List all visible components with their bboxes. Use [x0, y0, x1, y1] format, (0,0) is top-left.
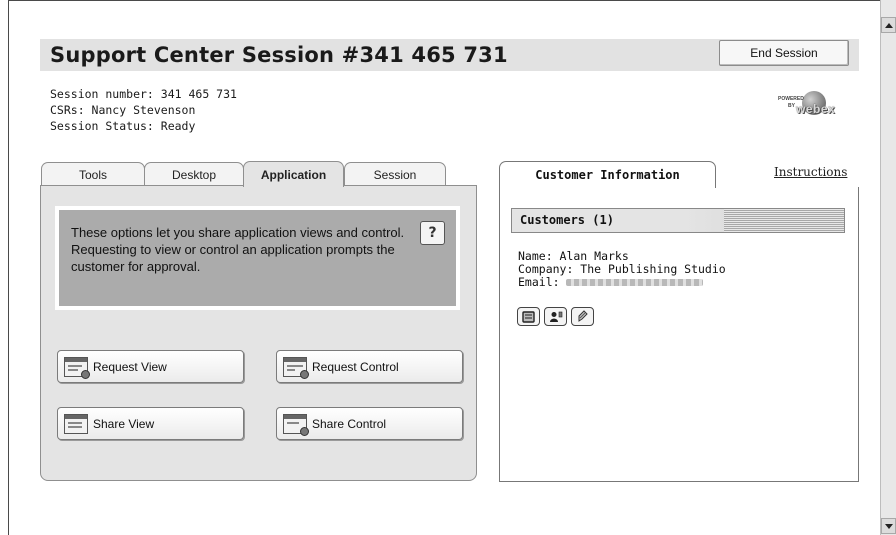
- powered-by-webex-logo: POWERED BY webex: [778, 91, 848, 119]
- share-view-icon: [64, 413, 88, 434]
- share-view-label: Share View: [93, 416, 155, 431]
- arrow-down-icon: [884, 523, 893, 529]
- request-view-icon: [64, 356, 90, 379]
- request-control-icon: [283, 356, 309, 379]
- scroll-down-button[interactable]: [881, 518, 896, 534]
- session-info: Session number: 341 465 731 CSRs: Nancy …: [50, 86, 237, 134]
- customer-contact-button[interactable]: [544, 307, 567, 326]
- description-box: These options let you share application …: [55, 206, 460, 310]
- instructions-link[interactable]: Instructions: [774, 165, 847, 179]
- tab-application[interactable]: Application: [243, 161, 344, 187]
- customer-edit-button[interactable]: [571, 307, 594, 326]
- email-label: Email:: [518, 275, 560, 289]
- arrow-up-icon: [884, 22, 893, 28]
- customer-details: Name: Alan Marks Company: The Publishing…: [518, 250, 726, 289]
- share-control-icon: [283, 413, 309, 436]
- redacted-email: [566, 279, 704, 286]
- end-session-button[interactable]: End Session: [719, 40, 849, 66]
- info-icon: [522, 310, 535, 323]
- share-view-button[interactable]: Share View: [57, 407, 244, 440]
- tab-session[interactable]: Session: [344, 162, 446, 186]
- share-control-button[interactable]: Share Control: [276, 407, 463, 440]
- csrs: CSRs: Nancy Stevenson: [50, 103, 196, 117]
- request-view-button[interactable]: Request View: [57, 350, 244, 383]
- contact-icon: [549, 311, 562, 322]
- tab-customer-information[interactable]: Customer Information: [499, 161, 716, 188]
- customer-info-button[interactable]: [517, 307, 540, 326]
- request-control-label: Request Control: [312, 359, 399, 374]
- session-status: Session Status: Ready: [50, 119, 196, 133]
- tab-desktop[interactable]: Desktop: [144, 162, 244, 186]
- customers-header: Customers (1): [511, 208, 845, 233]
- page-title: Support Center Session #341 465 731: [50, 43, 508, 67]
- application-panel: These options let you share application …: [40, 185, 477, 481]
- share-control-label: Share Control: [312, 416, 387, 431]
- vertical-scrollbar[interactable]: [880, 0, 896, 535]
- customer-email: Email:: [518, 276, 726, 289]
- request-view-label: Request View: [93, 359, 167, 374]
- scroll-up-button[interactable]: [881, 17, 896, 33]
- tab-tools[interactable]: Tools: [41, 162, 145, 186]
- window-frame-left: [8, 0, 9, 535]
- session-number: Session number: 341 465 731: [50, 87, 237, 101]
- edit-icon: [578, 310, 588, 322]
- window-frame-top: [8, 0, 880, 1]
- request-control-button[interactable]: Request Control: [276, 350, 463, 383]
- customer-information-panel: Customers (1) Name: Alan Marks Company: …: [499, 187, 859, 482]
- header-stripes: [724, 209, 844, 232]
- header-bar: Support Center Session #341 465 731 End …: [40, 39, 859, 71]
- description-text: These options let you share application …: [71, 225, 405, 274]
- customers-count: Customers (1): [520, 213, 614, 227]
- help-button[interactable]: ?: [420, 221, 445, 245]
